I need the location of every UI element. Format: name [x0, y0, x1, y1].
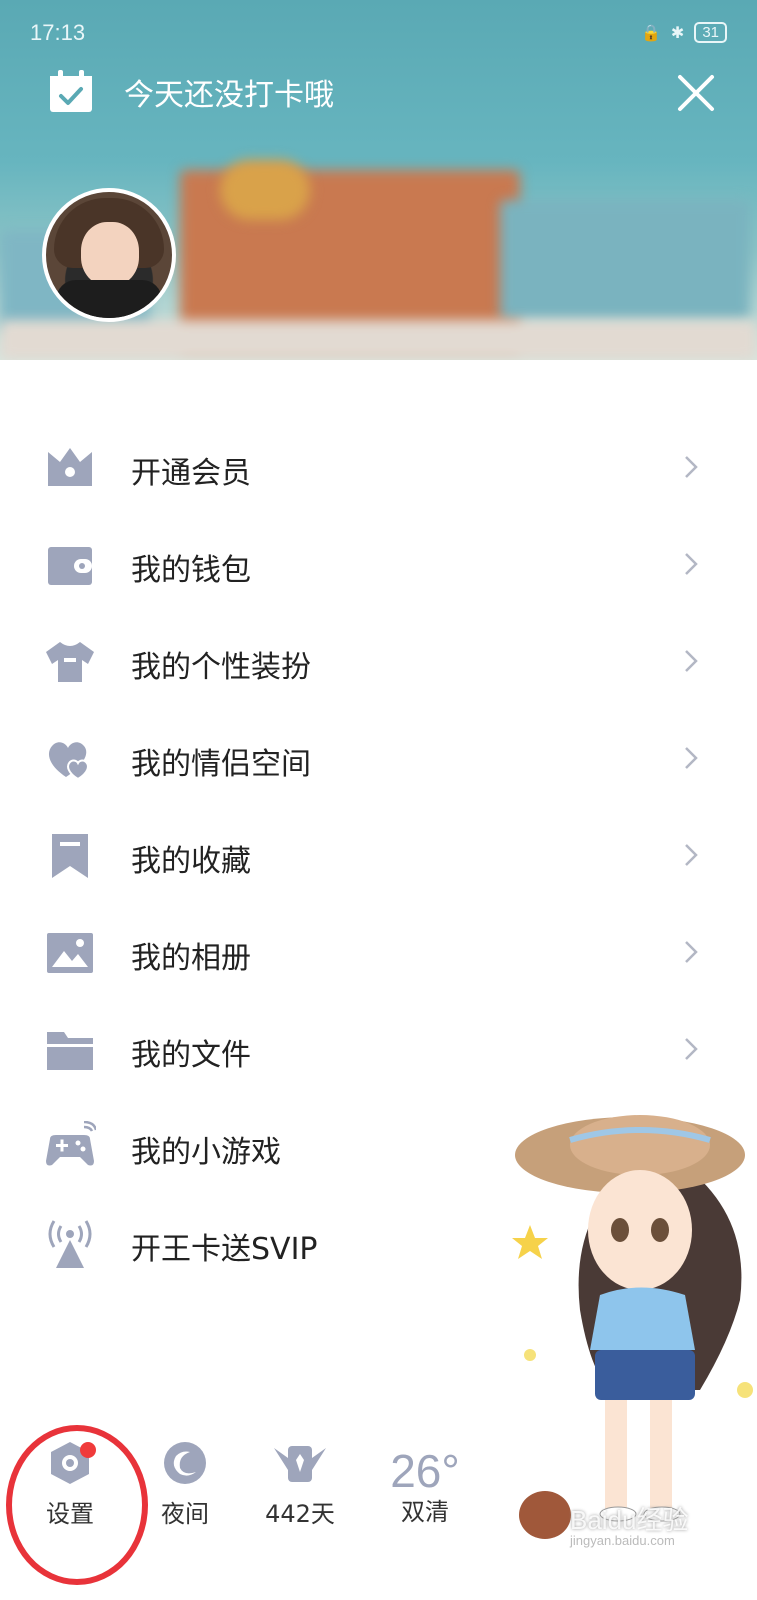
tshirt-icon — [46, 642, 94, 682]
bookmark-icon — [52, 834, 88, 878]
menu-item-label: 开王卡送SVIP — [131, 1232, 318, 1267]
highlight-circle — [6, 1425, 148, 1585]
checkin-days-button[interactable]: 442天 — [240, 1440, 360, 1529]
avatar[interactable] — [42, 188, 176, 322]
chevron-right-icon — [685, 844, 698, 866]
menu-item-themes[interactable]: 我的个性装扮 — [0, 614, 757, 711]
wallet-icon — [48, 547, 92, 585]
lock-icon: 🔒 — [640, 24, 661, 42]
menu-item-label: 我的个性装扮 — [131, 650, 311, 685]
antenna-icon — [48, 1220, 92, 1268]
calendar-check-icon — [50, 70, 92, 112]
avatar-scarf — [56, 280, 162, 318]
checkin-days-label: 442天 — [265, 1500, 335, 1528]
gamepad-icon — [46, 1121, 96, 1166]
battery-indicator: 31 — [694, 22, 727, 43]
menu-item-label: 我的小游戏 — [131, 1135, 281, 1170]
menu-item-label: 我的收藏 — [131, 844, 251, 879]
menu-item-label: 我的钱包 — [131, 553, 251, 588]
image-icon — [47, 933, 93, 973]
crown-icon — [48, 448, 92, 486]
bluetooth-icon: ✱ — [670, 24, 685, 42]
profile-header: 17:13 🔒 ✱ 31 今天还没打卡哦 — [0, 0, 757, 360]
menu-item-couple[interactable]: 我的情侣空间 — [0, 711, 757, 808]
menu-item-wallet[interactable]: 我的钱包 — [0, 517, 757, 614]
status-time: 17:13 — [30, 20, 86, 45]
avatar-face — [81, 222, 139, 286]
menu-item-vip[interactable]: 开通会员 — [0, 420, 757, 517]
menu-item-favorites[interactable]: 我的收藏 — [0, 808, 757, 905]
winged-badge-icon — [274, 1446, 326, 1482]
menu-item-label: 开通会员 — [131, 456, 251, 491]
menu-item-label: 我的文件 — [131, 1038, 251, 1073]
chevron-right-icon — [685, 1038, 698, 1060]
background-blur — [220, 160, 310, 220]
folder-icon — [47, 1032, 93, 1070]
menu-item-files[interactable]: 我的文件 — [0, 1002, 757, 1099]
checkin-text: 今天还没打卡哦 — [124, 78, 334, 113]
status-icons: 🔒 ✱ 31 — [641, 22, 727, 43]
watermark: Baidu经验 — [570, 1505, 689, 1535]
checkin-banner[interactable]: 今天还没打卡哦 — [48, 70, 334, 114]
chevron-right-icon — [685, 747, 698, 769]
hearts-icon — [48, 742, 89, 781]
menu-item-album[interactable]: 我的相册 — [0, 905, 757, 1002]
menu-item-label: 我的情侣空间 — [131, 747, 311, 782]
background-blur — [500, 200, 750, 320]
chevron-right-icon — [685, 941, 698, 963]
chevron-right-icon — [685, 650, 698, 672]
moon-icon — [164, 1442, 206, 1484]
chevron-right-icon — [685, 456, 698, 478]
chevron-right-icon — [685, 553, 698, 575]
menu-item-label: 我的相册 — [131, 941, 251, 976]
close-icon[interactable] — [675, 72, 717, 114]
city-label: 双清 — [401, 1498, 449, 1526]
background-blur — [0, 320, 757, 360]
weather-button[interactable]: 26° 双清 — [365, 1440, 485, 1527]
watermark-url: jingyan.baidu.com — [570, 1533, 675, 1548]
